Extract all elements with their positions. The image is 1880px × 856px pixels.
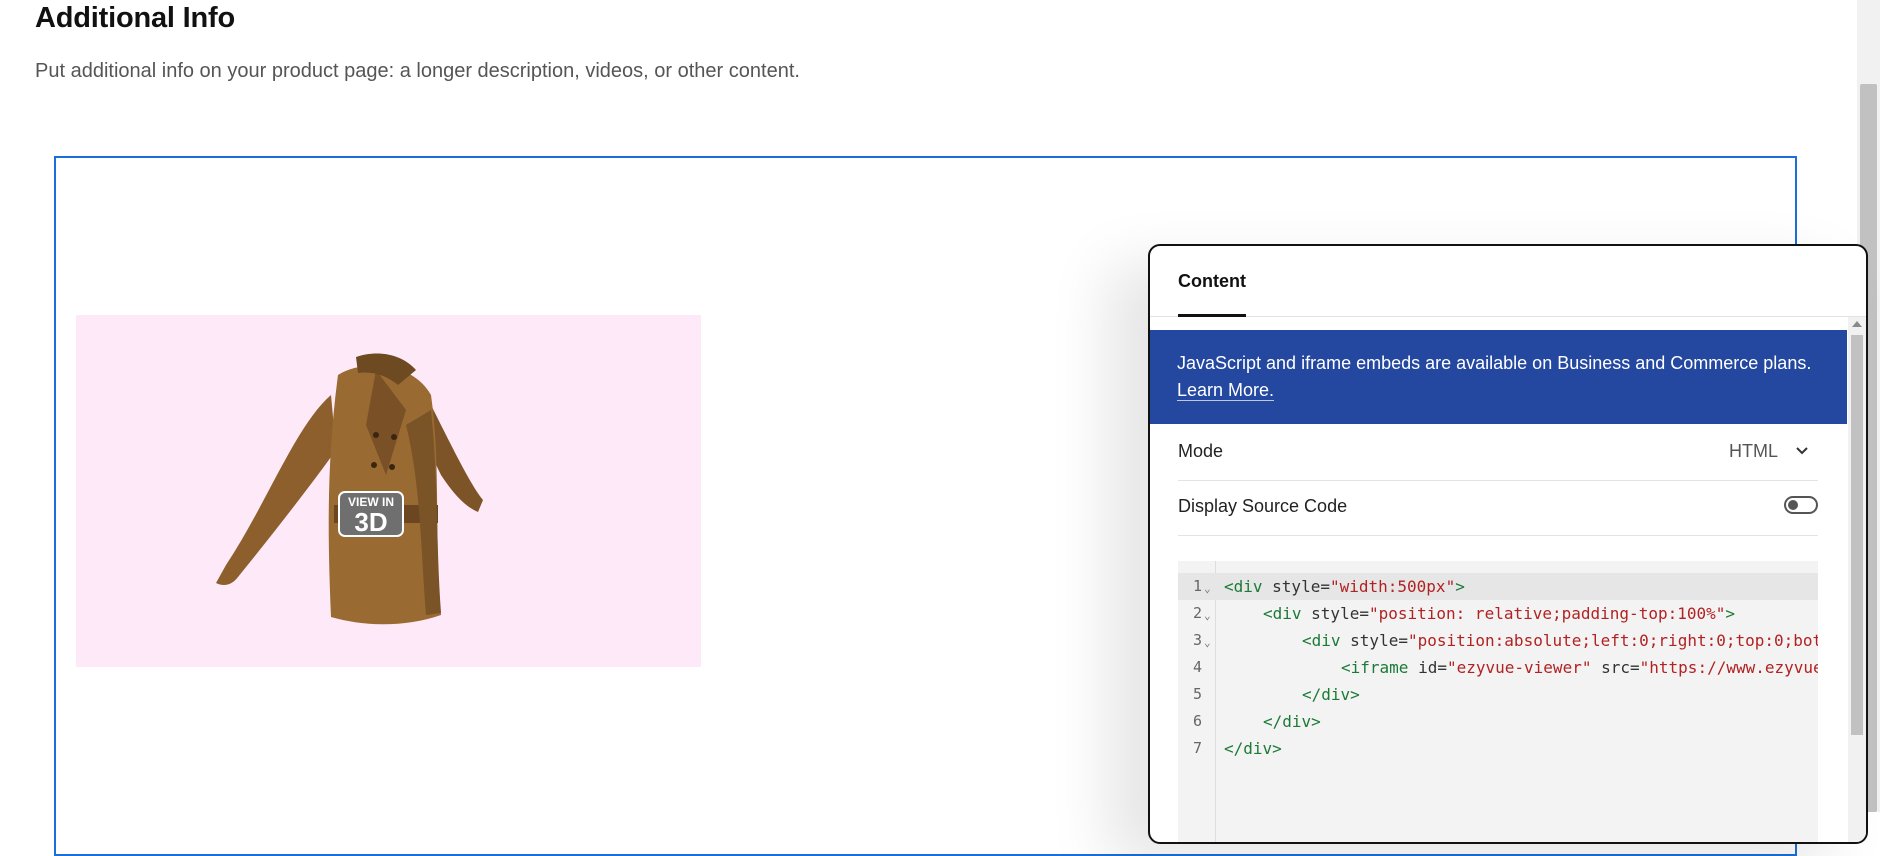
code-line[interactable]: 3 ⌄ <div style="position:absolute;left:0…	[1178, 627, 1818, 654]
code-text: </div>	[1224, 739, 1282, 758]
line-number: 2	[1192, 604, 1202, 622]
toggle-knob	[1788, 500, 1798, 510]
mode-value: HTML	[1729, 441, 1778, 461]
line-number: 7	[1192, 739, 1202, 757]
line-number: 6	[1192, 712, 1202, 730]
code-line[interactable]: 2 ⌄ <div style="position: relative;paddi…	[1178, 600, 1818, 627]
mode-label: Mode	[1178, 441, 1224, 461]
code-text: <div style="position:absolute;left:0;rig…	[1302, 631, 1818, 650]
panel-scrollbar[interactable]	[1848, 317, 1866, 842]
panel-tabs: Content	[1150, 246, 1866, 317]
display-source-label: Display Source Code	[1178, 496, 1348, 516]
fold-arrow-icon[interactable]: ⌄	[1204, 602, 1211, 629]
display-source-toggle[interactable]	[1784, 496, 1818, 514]
badge-3d-text: 3D	[354, 507, 387, 537]
fold-arrow-icon[interactable]: ⌄	[1204, 575, 1211, 602]
code-text: </div>	[1302, 685, 1360, 704]
banner-text: JavaScript and iframe embeds are availab…	[1177, 353, 1812, 373]
code-editor[interactable]: 1 ⌄ <div style="width:500px"> 2 ⌄ <div s…	[1178, 561, 1818, 842]
tab-content[interactable]: Content	[1178, 271, 1246, 317]
panel-scrollbar-thumb[interactable]	[1851, 335, 1863, 735]
learn-more-link[interactable]: Learn More.	[1177, 380, 1275, 401]
chevron-down-icon	[1796, 447, 1808, 455]
code-text: <div style="width:500px">	[1224, 577, 1465, 596]
page-subtitle: Put additional info on your product page…	[35, 60, 800, 82]
line-number: 3	[1192, 631, 1202, 649]
display-source-row: Display Source Code	[1178, 480, 1818, 536]
code-line[interactable]: 5 </div>	[1178, 681, 1818, 708]
line-number: 4	[1192, 658, 1202, 676]
fold-arrow-icon[interactable]: ⌄	[1204, 629, 1211, 656]
code-line[interactable]: 1 ⌄ <div style="width:500px">	[1178, 573, 1818, 600]
scroll-up-arrow-icon[interactable]	[1852, 321, 1862, 327]
code-text: <iframe id="ezyvue-viewer" src="https://…	[1341, 658, 1818, 677]
plan-upgrade-banner: JavaScript and iframe embeds are availab…	[1150, 330, 1847, 424]
code-text: </div>	[1263, 712, 1321, 731]
view-in-3d-badge[interactable]: VIEW IN 3D	[76, 315, 701, 667]
code-line[interactable]: 7 </div>	[1178, 735, 1818, 762]
code-line[interactable]: 6 </div>	[1178, 708, 1818, 735]
code-block-editor-panel: Content JavaScript and iframe embeds are…	[1148, 244, 1868, 844]
product-3d-viewer[interactable]: VIEW IN 3D	[76, 315, 701, 667]
code-line[interactable]: 4 <iframe id="ezyvue-viewer" src="https:…	[1178, 654, 1818, 681]
line-number: 5	[1192, 685, 1202, 703]
mode-setting-row: Mode HTML	[1178, 425, 1818, 481]
page-title: Additional Info	[35, 2, 235, 34]
code-text: <div style="position: relative;padding-t…	[1263, 604, 1736, 623]
line-number: 1	[1192, 577, 1202, 595]
